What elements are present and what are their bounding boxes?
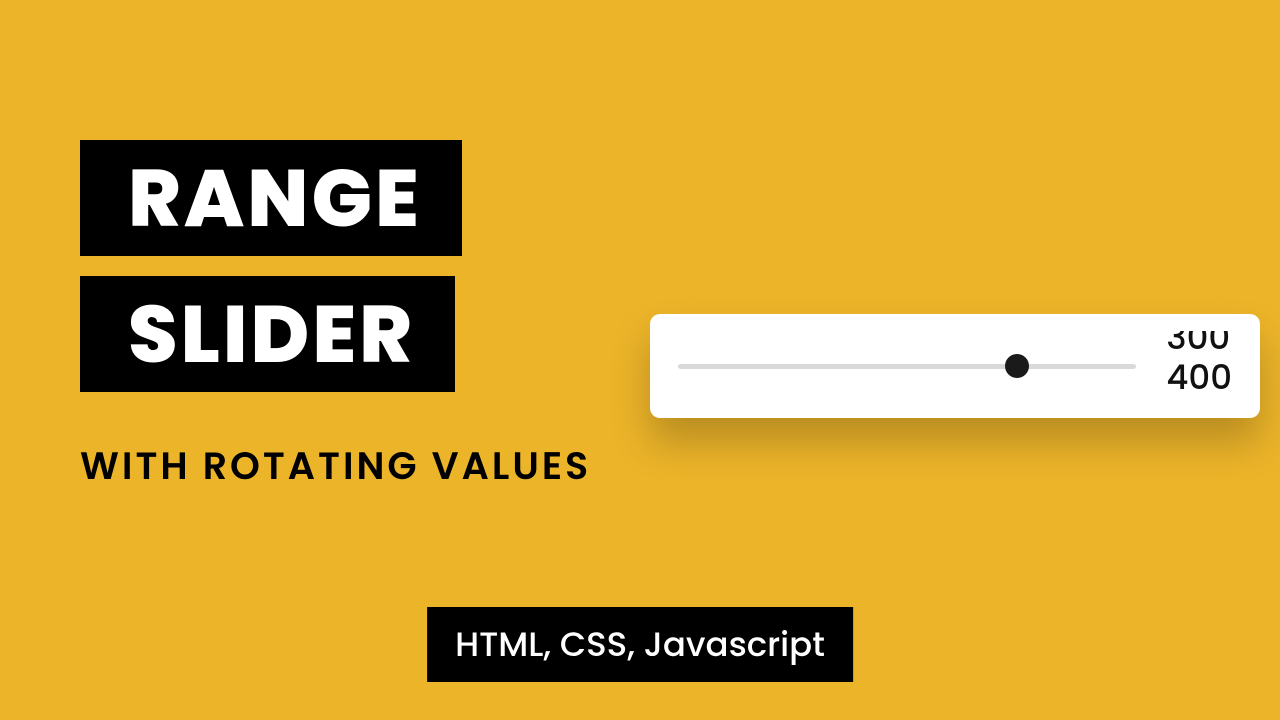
slider-value-current: 400 [1166, 357, 1232, 397]
slider-track [678, 364, 1136, 369]
range-slider[interactable] [678, 354, 1136, 378]
slider-card: 300 400 [650, 314, 1260, 418]
title-line-2: SLIDER [80, 276, 455, 392]
tech-badge: HTML, CSS, Javascript [427, 607, 853, 682]
subtitle: WITH ROTATING VALUES [80, 438, 591, 495]
title-line-1: RANGE [80, 140, 462, 256]
slider-values: 300 400 [1166, 331, 1232, 401]
slider-thumb[interactable] [1005, 354, 1029, 378]
headline-group: RANGE SLIDER WITH ROTATING VALUES [80, 140, 591, 495]
